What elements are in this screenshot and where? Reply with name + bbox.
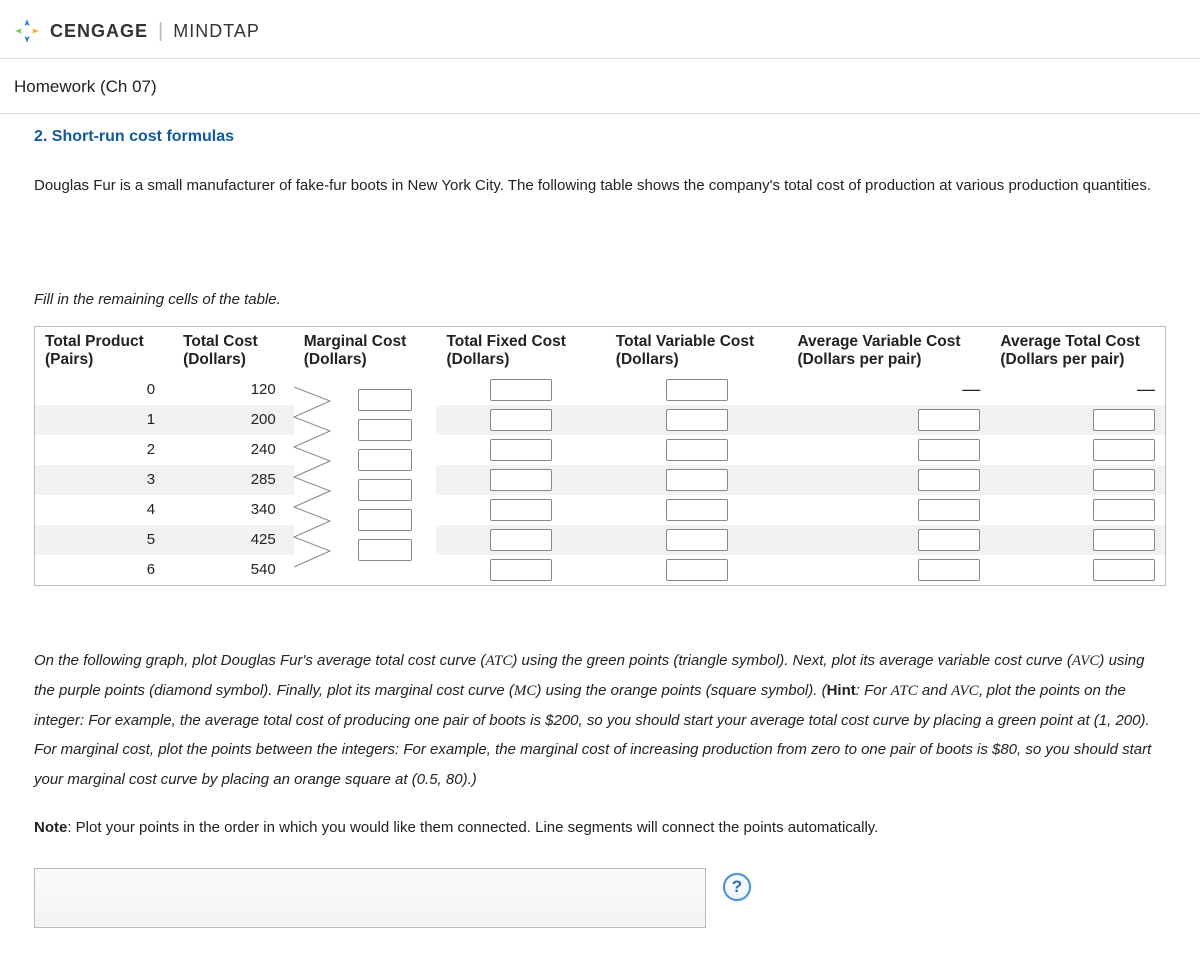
brand-cengage: CENGAGE bbox=[50, 21, 148, 42]
input-atc-2[interactable] bbox=[1093, 439, 1155, 461]
col-sub-average-variable-cost: (Dollars per pair) bbox=[787, 351, 990, 375]
cell-tp: 6 bbox=[35, 555, 173, 585]
help-icon[interactable]: ? bbox=[723, 873, 751, 901]
input-atc-4[interactable] bbox=[1093, 499, 1155, 521]
input-mc-1[interactable] bbox=[358, 389, 412, 411]
assignment-title: Homework (Ch 07) bbox=[0, 59, 1200, 114]
input-tvc-4[interactable] bbox=[666, 499, 728, 521]
col-sub-total-variable-cost: (Dollars) bbox=[606, 351, 788, 375]
cell-tc: 200 bbox=[173, 405, 294, 435]
cell-tp: 0 bbox=[35, 375, 173, 405]
input-atc-6[interactable] bbox=[1093, 559, 1155, 581]
cell-tc: 425 bbox=[173, 525, 294, 555]
graph-instructions: On the following graph, plot Douglas Fur… bbox=[34, 646, 1166, 794]
col-sub-marginal-cost: (Dollars) bbox=[294, 351, 437, 375]
brand-divider: | bbox=[158, 20, 163, 43]
cell-avc-dash: — bbox=[787, 375, 990, 405]
input-tfc-4[interactable] bbox=[490, 499, 552, 521]
input-atc-1[interactable] bbox=[1093, 409, 1155, 431]
col-header-total-cost: Total Cost bbox=[173, 327, 294, 351]
col-header-average-variable-cost: Average Variable Cost bbox=[787, 327, 990, 351]
input-tfc-1[interactable] bbox=[490, 409, 552, 431]
marginal-cost-column bbox=[294, 375, 437, 585]
input-mc-5[interactable] bbox=[358, 509, 412, 531]
col-sub-total-cost: (Dollars) bbox=[173, 351, 294, 375]
col-header-total-product: Total Product bbox=[35, 327, 173, 351]
question-content: 2. Short-run cost formulas Douglas Fur i… bbox=[0, 114, 1200, 958]
cell-tc: 340 bbox=[173, 495, 294, 525]
col-sub-average-total-cost: (Dollars per pair) bbox=[990, 351, 1165, 375]
input-mc-4[interactable] bbox=[358, 479, 412, 501]
col-header-marginal-cost: Marginal Cost bbox=[294, 327, 437, 351]
table-row: 6 540 bbox=[35, 555, 1165, 585]
cell-atc-dash: — bbox=[990, 375, 1165, 405]
cell-tc: 240 bbox=[173, 435, 294, 465]
input-tfc-3[interactable] bbox=[490, 469, 552, 491]
cell-tp: 2 bbox=[35, 435, 173, 465]
fill-instruction: Fill in the remaining cells of the table… bbox=[34, 291, 1166, 308]
input-tfc-2[interactable] bbox=[490, 439, 552, 461]
input-tvc-3[interactable] bbox=[666, 469, 728, 491]
col-sub-total-fixed-cost: (Dollars) bbox=[436, 351, 605, 375]
table-row: 3 285 bbox=[35, 465, 1165, 495]
input-tvc-0[interactable] bbox=[666, 379, 728, 401]
input-tfc-0[interactable] bbox=[490, 379, 552, 401]
input-tfc-6[interactable] bbox=[490, 559, 552, 581]
zigzag-icon bbox=[290, 387, 336, 577]
input-avc-3[interactable] bbox=[918, 469, 980, 491]
cell-tc: 540 bbox=[173, 555, 294, 585]
cell-tp: 3 bbox=[35, 465, 173, 495]
table-row: 1 200 bbox=[35, 405, 1165, 435]
cell-tvc bbox=[606, 375, 788, 405]
input-mc-6[interactable] bbox=[358, 539, 412, 561]
table-row: 4 340 bbox=[35, 495, 1165, 525]
input-tvc-2[interactable] bbox=[666, 439, 728, 461]
cell-tfc bbox=[436, 375, 605, 405]
graph-canvas[interactable]: ? bbox=[34, 868, 706, 928]
input-tvc-5[interactable] bbox=[666, 529, 728, 551]
input-mc-2[interactable] bbox=[358, 419, 412, 441]
input-atc-3[interactable] bbox=[1093, 469, 1155, 491]
col-header-total-fixed-cost: Total Fixed Cost bbox=[436, 327, 605, 351]
input-tvc-1[interactable] bbox=[666, 409, 728, 431]
cell-tc: 120 bbox=[173, 375, 294, 405]
cell-tc: 285 bbox=[173, 465, 294, 495]
brand-bar: CENGAGE | MINDTAP bbox=[0, 0, 1200, 59]
cell-tp: 5 bbox=[35, 525, 173, 555]
question-title: 2. Short-run cost formulas bbox=[34, 128, 1166, 146]
cell-tp: 1 bbox=[35, 405, 173, 435]
col-sub-total-product: (Pairs) bbox=[35, 351, 173, 375]
note-line: Note: Plot your points in the order in w… bbox=[34, 814, 1166, 843]
col-header-total-variable-cost: Total Variable Cost bbox=[606, 327, 788, 351]
cell-tp: 4 bbox=[35, 495, 173, 525]
input-mc-3[interactable] bbox=[358, 449, 412, 471]
col-header-average-total-cost: Average Total Cost bbox=[990, 327, 1165, 351]
input-avc-1[interactable] bbox=[918, 409, 980, 431]
input-avc-2[interactable] bbox=[918, 439, 980, 461]
intro-text: Douglas Fur is a small manufacturer of f… bbox=[34, 172, 1166, 201]
cost-table: Total Product Total Cost Marginal Cost T… bbox=[34, 326, 1166, 586]
input-tfc-5[interactable] bbox=[490, 529, 552, 551]
table-row: 5 425 bbox=[35, 525, 1165, 555]
brand-mindtap: MINDTAP bbox=[173, 21, 260, 42]
table-row: 2 240 bbox=[35, 435, 1165, 465]
input-atc-5[interactable] bbox=[1093, 529, 1155, 551]
cengage-logo-icon bbox=[14, 18, 40, 44]
input-avc-4[interactable] bbox=[918, 499, 980, 521]
input-avc-5[interactable] bbox=[918, 529, 980, 551]
input-avc-6[interactable] bbox=[918, 559, 980, 581]
input-tvc-6[interactable] bbox=[666, 559, 728, 581]
table-row: 0 120 — bbox=[35, 375, 1165, 405]
